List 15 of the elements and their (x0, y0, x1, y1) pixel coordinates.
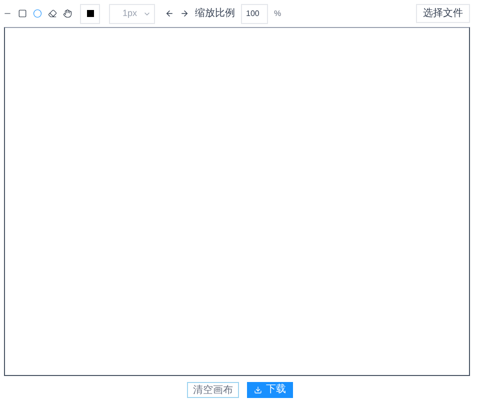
color-picker[interactable] (80, 4, 100, 24)
clear-canvas-button[interactable]: 清空画布 (187, 382, 239, 398)
circle-tool-icon[interactable] (33, 9, 42, 18)
download-icon (254, 386, 262, 394)
hand-tool-icon[interactable] (63, 9, 72, 18)
zoom-label: 缩放比例 (195, 6, 235, 21)
rect-tool-icon[interactable] (18, 9, 27, 18)
download-button[interactable]: 下载 (247, 382, 293, 398)
choose-file-button[interactable]: 选择文件 (416, 4, 470, 23)
zoom-unit: % (274, 8, 282, 20)
eraser-tool-icon[interactable] (48, 9, 57, 18)
undo-icon[interactable] (165, 9, 174, 18)
line-width-select[interactable]: 1px (109, 4, 155, 24)
zoom-input[interactable]: 100 (241, 4, 268, 24)
redo-icon[interactable] (180, 9, 189, 18)
